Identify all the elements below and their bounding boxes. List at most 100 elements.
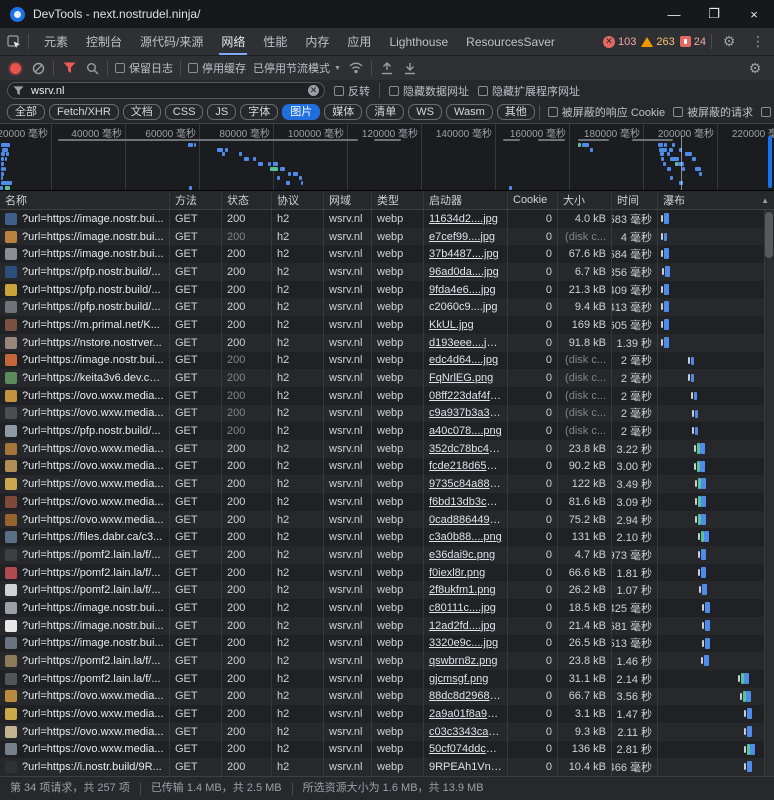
- inspect-element-icon[interactable]: [6, 34, 22, 50]
- disable-cache-checkbox[interactable]: 停用缓存: [188, 60, 246, 76]
- tab-元素[interactable]: 元素: [35, 28, 77, 55]
- network-settings-gear-icon[interactable]: ⚙: [743, 60, 767, 77]
- network-request-row[interactable]: ?url=https://image.nostr.bui...GET200h2w…: [0, 617, 774, 635]
- network-request-row[interactable]: ?url=https://ovo.wxw.media...GET200h2wsr…: [0, 387, 774, 405]
- chip-其他[interactable]: 其他: [497, 104, 535, 120]
- network-request-row[interactable]: ?url=https://ovo.wxw.media...GET200h2wsr…: [0, 511, 774, 529]
- network-request-row[interactable]: ?url=https://image.nostr.bui...GET200h2w…: [0, 599, 774, 617]
- request-initiator-link[interactable]: 2f8ukfm1.png: [429, 584, 496, 596]
- column-header-大小[interactable]: 大小: [558, 191, 612, 209]
- checkbox-第三方请求[interactable]: 第三方请求: [761, 104, 774, 120]
- chip-字体[interactable]: 字体: [240, 104, 278, 120]
- network-request-row[interactable]: ?url=https://ovo.wxw.media...GET200h2wsr…: [0, 475, 774, 493]
- network-request-row[interactable]: ?url=https://image.nostr.bui...GET200h2w…: [0, 352, 774, 370]
- network-request-row[interactable]: ?url=https://image.nostr.bui...GET200h2w…: [0, 228, 774, 246]
- chip-JS[interactable]: JS: [207, 104, 236, 120]
- network-request-row[interactable]: ?url=https://pfp.nostr.build/...GET200h2…: [0, 263, 774, 281]
- network-request-row[interactable]: ?url=https://ovo.wxw.media...GET200h2wsr…: [0, 458, 774, 476]
- filter-toggle-icon[interactable]: [61, 60, 77, 76]
- network-conditions-icon[interactable]: [348, 60, 364, 76]
- preserve-log-checkbox[interactable]: 保留日志: [115, 60, 173, 76]
- column-header-启动器[interactable]: 启动器: [424, 191, 508, 209]
- request-initiator-link[interactable]: e7cef99....jpg: [429, 231, 495, 243]
- maximize-button[interactable]: ❐: [694, 0, 734, 28]
- column-header-网域[interactable]: 网域: [324, 191, 372, 209]
- tab-内存[interactable]: 内存: [296, 28, 338, 55]
- tab-Lighthouse[interactable]: Lighthouse: [380, 28, 457, 55]
- request-initiator-link[interactable]: gjcmsgf.png: [429, 673, 488, 685]
- network-request-row[interactable]: ?url=https://pomf2.lain.la/f/...GET200h2…: [0, 546, 774, 564]
- request-initiator-link[interactable]: 12ad2fd....jpg: [429, 620, 496, 632]
- vertical-scrollbar[interactable]: [764, 210, 774, 776]
- filter-input-box[interactable]: ✕: [7, 82, 325, 99]
- request-initiator-link[interactable]: fcde218d6541c6: [429, 460, 502, 472]
- column-header-时间[interactable]: 时间: [612, 191, 658, 209]
- network-request-row[interactable]: ?url=https://pomf2.lain.la/f/...GET200h2…: [0, 564, 774, 582]
- network-request-row[interactable]: ?url=https://image.nostr.bui...GET200h2w…: [0, 245, 774, 263]
- request-initiator-link[interactable]: qswbrn8z.png: [429, 655, 498, 667]
- request-initiator-link[interactable]: 0cad8864491fc0: [429, 514, 502, 526]
- issues-badge[interactable]: 24: [680, 36, 706, 48]
- network-request-row[interactable]: ?url=https://ovo.wxw.media...GET200h2wsr…: [0, 440, 774, 458]
- request-initiator-link[interactable]: c80111c....jpg: [429, 602, 496, 614]
- minimize-button[interactable]: —: [654, 0, 694, 28]
- request-initiator-link[interactable]: 88dc8d2968f02f: [429, 690, 502, 702]
- chip-Fetch/XHR[interactable]: Fetch/XHR: [49, 104, 119, 120]
- tab-应用[interactable]: 应用: [338, 28, 380, 55]
- record-button[interactable]: [7, 60, 23, 76]
- invert-checkbox[interactable]: 反转: [334, 83, 370, 99]
- clear-filter-icon[interactable]: ✕: [308, 85, 319, 96]
- network-request-row[interactable]: ?url=https://pomf2.lain.la/f/...GET200h2…: [0, 670, 774, 688]
- request-initiator-link[interactable]: 352dc78bc4a11e: [429, 443, 502, 455]
- request-initiator-link[interactable]: c3a0b88....png: [429, 531, 502, 543]
- network-request-row[interactable]: ?url=https://files.dabr.ca/c3...GET200h2…: [0, 528, 774, 546]
- network-request-row[interactable]: ?url=https://pomf2.lain.la/f/...GET200h2…: [0, 652, 774, 670]
- tab-性能[interactable]: 性能: [254, 28, 296, 55]
- request-initiator-link[interactable]: 37b4487....jpg: [429, 248, 499, 260]
- errors-badge[interactable]: ✕ 103: [603, 36, 636, 48]
- column-header-瀑布[interactable]: 瀑布▲: [658, 191, 774, 209]
- tab-网络[interactable]: 网络: [212, 28, 254, 55]
- chip-Wasm[interactable]: Wasm: [446, 104, 493, 120]
- network-request-row[interactable]: ?url=https://ovo.wxw.media...GET200h2wsr…: [0, 723, 774, 741]
- network-overview-timeline[interactable]: 20000 毫秒40000 毫秒60000 毫秒80000 毫秒100000 毫…: [0, 123, 774, 191]
- chip-CSS[interactable]: CSS: [165, 104, 204, 120]
- request-initiator-link[interactable]: 2a9a01f8a9eb2c: [429, 708, 502, 720]
- request-initiator-link[interactable]: 96ad0da....jpg: [429, 266, 499, 278]
- request-initiator-link[interactable]: c2060c9....jpg: [429, 301, 498, 313]
- request-initiator-link[interactable]: c03c3343cab3ee: [429, 726, 502, 738]
- column-header-名称[interactable]: 名称: [0, 191, 170, 209]
- chip-媒体[interactable]: 媒体: [324, 104, 362, 120]
- settings-gear-icon[interactable]: ⚙: [717, 33, 741, 50]
- request-initiator-link[interactable]: 9RPEAh1VnHdPz: [429, 761, 502, 773]
- network-request-row[interactable]: ?url=https://ovo.wxw.media...GET200h2wsr…: [0, 741, 774, 759]
- tab-源代码/来源[interactable]: 源代码/来源: [131, 28, 212, 55]
- network-request-row[interactable]: ?url=https://pomf2.lain.la/f/...GET200h2…: [0, 581, 774, 599]
- chip-全部[interactable]: 全部: [7, 104, 45, 120]
- chip-清单[interactable]: 清单: [366, 104, 404, 120]
- network-request-row[interactable]: ?url=https://image.nostr.bui...GET200h2w…: [0, 210, 774, 228]
- network-request-row[interactable]: ?url=https://ovo.wxw.media...GET200h2wsr…: [0, 493, 774, 511]
- request-initiator-link[interactable]: a40c078....png: [429, 425, 502, 437]
- network-request-row[interactable]: ?url=https://pfp.nostr.build/...GET200h2…: [0, 281, 774, 299]
- request-initiator-link[interactable]: edc4d64....jpg: [429, 354, 498, 366]
- clear-button[interactable]: [30, 60, 46, 76]
- warnings-badge[interactable]: 263: [641, 36, 674, 48]
- network-request-row[interactable]: ?url=https://ovo.wxw.media...GET200h2wsr…: [0, 705, 774, 723]
- tab-ResourcesSaver[interactable]: ResourcesSaver: [457, 28, 564, 55]
- request-initiator-link[interactable]: 9735c84a88ed48: [429, 478, 502, 490]
- network-request-row[interactable]: ?url=https://pfp.nostr.build/...GET200h2…: [0, 422, 774, 440]
- overview-edge-handle[interactable]: [768, 136, 772, 188]
- request-initiator-link[interactable]: e36dai9c.png: [429, 549, 495, 561]
- tab-控制台[interactable]: 控制台: [77, 28, 131, 55]
- network-request-row[interactable]: ?url=https://m.primal.net/K...GET200h2ws…: [0, 316, 774, 334]
- hide-data-urls-checkbox[interactable]: 隐藏数据网址: [389, 83, 469, 99]
- search-icon[interactable]: [84, 60, 100, 76]
- chip-WS[interactable]: WS: [408, 104, 442, 120]
- kebab-menu-icon[interactable]: ⋮: [746, 33, 770, 50]
- request-initiator-link[interactable]: f6bd13db3c3ee3: [429, 496, 502, 508]
- chip-图片[interactable]: 图片: [282, 104, 320, 120]
- request-initiator-link[interactable]: 08ff223daf4fea9: [429, 390, 502, 402]
- column-header-协议[interactable]: 协议: [272, 191, 324, 209]
- filter-input[interactable]: [29, 84, 303, 98]
